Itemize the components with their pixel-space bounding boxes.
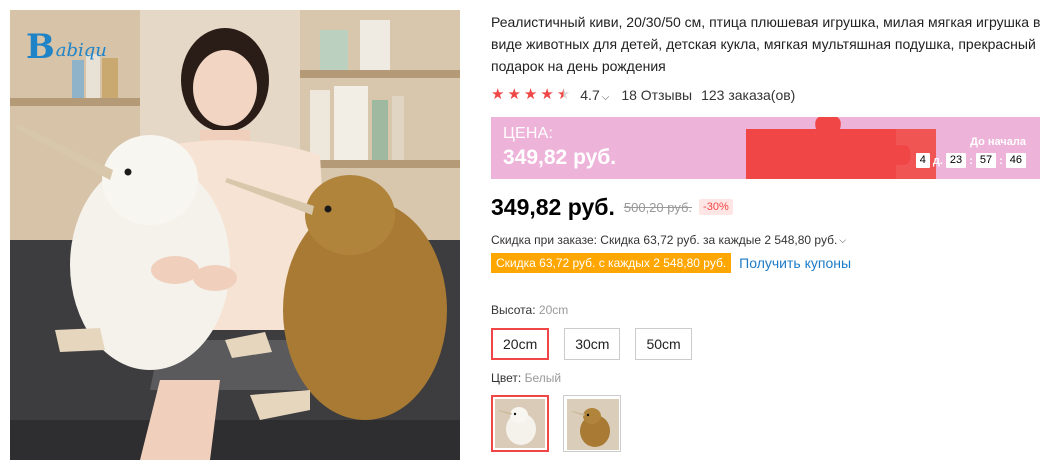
height-options: 20cm 30cm 50cm [491, 328, 1041, 360]
price-row: 349,82 руб. 500,20 руб. -30% [491, 192, 1041, 222]
brand-logo: B abiqu [26, 27, 107, 67]
height-selected-value: 20cm [538, 303, 569, 317]
star-icon: ★ [540, 86, 554, 103]
height-option-30cm[interactable]: 30cm [564, 328, 621, 360]
product-title: Реалистичный киви, 20/30/50 см, птица пл… [491, 14, 1041, 74]
countdown-label: До начала [970, 136, 1026, 148]
countdown-separator: : [999, 154, 1003, 167]
countdown-timer: 4 д. 23 : 57 : 46 [915, 153, 1026, 168]
rating-value: 4.7 [580, 87, 600, 103]
star-icon: ★ [523, 86, 538, 103]
brand-logo-text: abiqu [55, 40, 107, 61]
color-label-text: Цвет: [491, 371, 522, 385]
chevron-down-icon: ⌵ [601, 92, 610, 103]
current-price: 349,82 руб. [491, 193, 615, 220]
brown-kiwi-thumbnail [567, 399, 619, 450]
star-half-icon: ★ [556, 86, 571, 103]
color-option-white[interactable] [491, 395, 549, 452]
countdown-separator: : [969, 154, 973, 167]
height-option-20cm[interactable]: 20cm [491, 328, 550, 360]
get-coupons-link[interactable]: Получить купоны [739, 255, 851, 271]
brand-logo-letter: B [26, 27, 55, 67]
puzzle-decoration-icon [746, 117, 936, 179]
rating-dropdown[interactable]: 4.7 ⌵ [580, 87, 609, 103]
color-label: Цвет: Белый [491, 371, 1041, 385]
countdown-minutes: 57 [975, 153, 997, 168]
color-selected-value: Белый [524, 371, 562, 385]
coupon-row: Скидка 63,72 руб. с каждых 2 548,80 руб.… [491, 253, 1041, 273]
promo-label: ЦЕНА: [503, 125, 554, 142]
countdown-hours: 23 [945, 153, 967, 168]
countdown-days-unit: д. [932, 154, 943, 167]
coupon-badge: Скидка 63,72 руб. с каждых 2 548,80 руб. [491, 253, 732, 273]
chevron-down-icon: ⌵ [839, 234, 847, 245]
color-option-brown[interactable] [563, 395, 621, 452]
reviews-link[interactable]: 18 Отзывы [621, 87, 692, 103]
height-option-50cm[interactable]: 50cm [635, 328, 692, 360]
height-label-text: Высота: [491, 303, 536, 317]
orders-count: 123 заказа(ов) [701, 87, 796, 103]
product-main-image[interactable]: B abiqu [10, 10, 460, 460]
white-kiwi-thumbnail [495, 399, 545, 448]
countdown-days: 4 [915, 153, 930, 168]
color-options [491, 395, 1041, 452]
store-discount-text: Скидка при заказе: Скидка 63,72 руб. за … [491, 233, 838, 247]
old-price: 500,20 руб. [623, 199, 693, 215]
promo-banner: ЦЕНА: 349,82 руб. До начала 4 д. 23 : 57… [491, 117, 1040, 179]
star-icon: ★ [507, 86, 521, 103]
rating-stars: ★ ★ ★ ★ ★ [491, 87, 570, 103]
star-icon: ★ [491, 86, 505, 103]
height-label: Высота: 20cm [491, 303, 1041, 317]
discount-badge: -30% [699, 199, 733, 215]
rating-row: ★ ★ ★ ★ ★ 4.7 ⌵ 18 Отзывы 123 заказа(ов) [491, 86, 1041, 104]
product-photo-illustration [10, 10, 460, 460]
store-discount-dropdown[interactable]: Скидка при заказе: Скидка 63,72 руб. за … [491, 233, 1041, 247]
product-info: Реалистичный киви, 20/30/50 см, птица пл… [491, 10, 1041, 452]
countdown-seconds: 46 [1005, 153, 1026, 168]
promo-price: 349,82 руб. [503, 146, 617, 169]
